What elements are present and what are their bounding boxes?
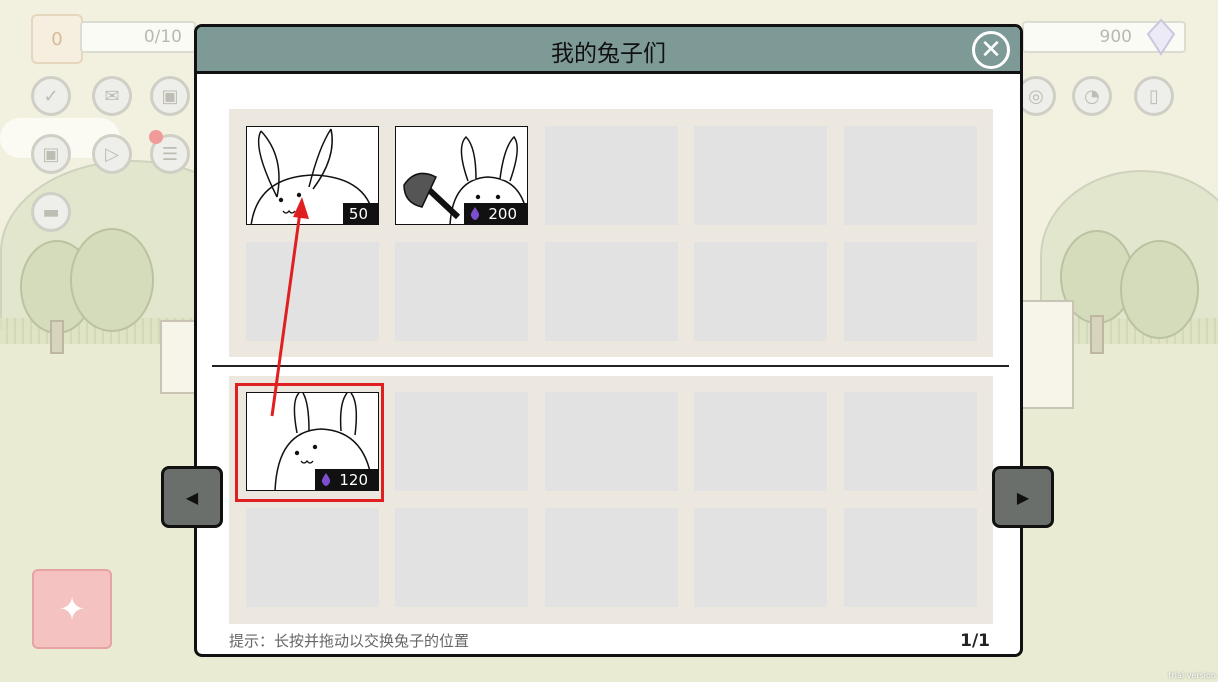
level-badge: 0	[31, 14, 83, 64]
play-icon[interactable]: ▷	[92, 134, 132, 174]
purple-drop-icon	[471, 207, 480, 220]
bunny-slot[interactable]	[844, 508, 977, 607]
bunny-slot[interactable]	[545, 508, 678, 607]
bunny-slot[interactable]	[545, 126, 678, 225]
bunny-slot[interactable]	[395, 508, 528, 607]
crystal-icon	[1146, 18, 1176, 56]
book-icon[interactable]: ▯	[1134, 76, 1174, 116]
my-bunnies-dialog: 我的兔子们 ✕ 50 200 120 提示：长按并拖动以交换兔子的位置 1/1	[194, 24, 1023, 657]
mail-icon[interactable]: ✉	[92, 76, 132, 116]
bunny-slot[interactable]	[545, 392, 678, 491]
previous-page-button[interactable]: ◀	[161, 466, 223, 528]
arrow-left-icon: ◀	[185, 487, 199, 507]
bunny-slot[interactable]	[844, 392, 977, 491]
selection-highlight	[235, 383, 384, 502]
tree	[70, 228, 154, 332]
next-page-button[interactable]: ▶	[992, 466, 1054, 528]
bunny-slot[interactable]	[844, 242, 977, 341]
scroll-map-icon[interactable]: ✦	[32, 569, 112, 649]
price-tag: 200	[464, 203, 527, 224]
hint-text: 提示：长按并拖动以交换兔子的位置	[229, 632, 470, 650]
trial-watermark: trial version	[1168, 671, 1216, 680]
gift-icon[interactable]: ▣	[150, 76, 190, 116]
price-tag: 50	[342, 203, 378, 224]
dialog-title: 我的兔子们	[551, 41, 666, 67]
crystal-value: 900	[1099, 27, 1132, 47]
bunny-slot[interactable]	[246, 508, 379, 607]
level-value: 0	[51, 28, 63, 50]
page-indicator: 1/1	[960, 631, 990, 651]
dialog-header: 我的兔子们 ✕	[197, 27, 1020, 74]
check-icon[interactable]: ✓	[31, 76, 71, 116]
bunny-slot[interactable]	[246, 242, 379, 341]
bunny-slot[interactable]	[694, 242, 827, 341]
ticket-icon[interactable]: ▬	[31, 192, 71, 232]
bunny-slot[interactable]	[694, 508, 827, 607]
house	[1020, 300, 1074, 409]
progress-value: 0/10	[143, 27, 182, 47]
tree-trunk	[1090, 315, 1104, 354]
bunny-slot[interactable]	[395, 242, 528, 341]
bunny-card[interactable]: 50	[246, 126, 379, 225]
bunny-slot[interactable]	[395, 392, 528, 491]
tree-trunk	[50, 320, 64, 354]
arrow-right-icon: ▶	[1016, 487, 1030, 507]
tree	[1120, 240, 1199, 339]
section-divider	[212, 365, 1009, 367]
progress-bar: 0/10	[80, 21, 196, 53]
bunny-slot[interactable]	[694, 392, 827, 491]
price-value: 200	[488, 204, 517, 223]
bunny-card[interactable]: 200	[395, 126, 528, 225]
bunny-slot[interactable]	[844, 126, 977, 225]
close-icon[interactable]: ✕	[972, 31, 1010, 69]
owned-bunnies-panel: 50 200	[229, 109, 993, 357]
price-value: 50	[348, 204, 368, 223]
gift-box-icon[interactable]: ▣	[31, 134, 71, 174]
bunny-face-icon[interactable]: ◔	[1072, 76, 1112, 116]
bunny-slot[interactable]	[545, 242, 678, 341]
bunny-slot[interactable]	[694, 126, 827, 225]
notification-dot	[149, 130, 163, 144]
